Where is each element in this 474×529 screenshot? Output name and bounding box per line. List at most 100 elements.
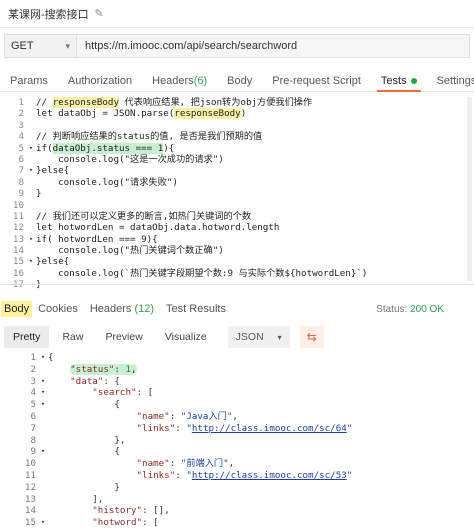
code-text: } xyxy=(36,188,42,200)
tab-settings[interactable]: Settings xyxy=(427,70,474,91)
line-number: 7 xyxy=(18,165,24,177)
highlight-token: responseBody xyxy=(174,108,241,120)
tab-label: Tests xyxy=(380,74,407,87)
json-text: "links": "http://class.imooc.com/sc/64" xyxy=(48,422,353,435)
json-token: " xyxy=(346,422,353,434)
tab-label: Pre-request Script xyxy=(272,74,361,87)
code-text: if(dataObj.status === 1){ xyxy=(36,142,175,154)
view-mode-raw[interactable]: Raw xyxy=(53,326,92,348)
fold-arrow-icon[interactable]: ▾ xyxy=(38,446,48,458)
json-line: 11 "links": "http://class.imooc.com/sc/5… xyxy=(0,470,474,482)
line-number: 4 xyxy=(30,387,36,399)
json-token: "data" xyxy=(70,375,104,387)
tab-pre-request-script[interactable]: Pre-request Script xyxy=(262,70,371,91)
editor-scrollbar[interactable] xyxy=(467,97,472,281)
script-line: 4 // 判断响应结果的status的值, 是否是我们预期的值 xyxy=(0,131,474,142)
line-number: 3 xyxy=(30,375,36,387)
json-text: "status": 1, xyxy=(48,363,137,376)
fold-arrow-icon[interactable]: ▾ xyxy=(26,143,36,154)
json-line: 10 "name": "前端入门", xyxy=(0,458,474,470)
tab-params[interactable]: Params xyxy=(0,70,58,91)
wrap-lines-icon[interactable]: ⇆ xyxy=(299,326,324,348)
line-number: 15 xyxy=(24,517,36,529)
json-token: } xyxy=(114,481,120,493)
response-tab-headers[interactable]: Headers (12) xyxy=(84,303,160,315)
script-line: 12 let hotwordLen = dataObj.data.hotword.… xyxy=(0,222,474,233)
tab-tests[interactable]: Tests xyxy=(371,70,427,92)
fold-arrow-icon[interactable]: ▾ xyxy=(38,517,48,529)
json-token: , xyxy=(232,410,238,422)
fold-arrow-icon[interactable]: ▾ xyxy=(26,234,36,245)
json-line: 7 "links": "http://class.imooc.com/sc/64… xyxy=(0,423,474,435)
request-title[interactable]: 某课网-搜索接口 xyxy=(8,6,89,22)
script-line: 5 ▾ if(dataObj.status === 1){ xyxy=(0,142,474,154)
method-select[interactable]: GET ▾ xyxy=(4,34,76,58)
response-tab-cookies[interactable]: Cookies xyxy=(32,303,84,315)
view-mode-pretty[interactable]: Pretty xyxy=(4,326,50,348)
edit-pencil-icon[interactable]: ✎ xyxy=(95,7,104,20)
line-number: 2 xyxy=(30,363,36,375)
json-token: { xyxy=(114,446,120,458)
json-text: "search": [ xyxy=(48,387,153,399)
json-text: { xyxy=(48,446,120,458)
url-input[interactable]: https://m.imooc.com/api/search/searchwor… xyxy=(76,34,470,58)
view-mode-preview[interactable]: Preview xyxy=(96,326,151,348)
tab-authorization[interactable]: Authorization xyxy=(58,70,142,91)
fold-arrow-icon[interactable]: ▾ xyxy=(26,165,36,176)
test-script-editor[interactable]: 1 // responseBody 代表响应结果, 把json转为obj方便我们操… xyxy=(0,97,474,290)
tab-label: Body xyxy=(4,303,30,315)
json-line: 2 "status": 1, xyxy=(0,363,474,376)
script-line: 11 // 我们还可以定义更多的断言,如热门关键词的个数 xyxy=(0,211,474,222)
json-line: 9 ▾ { xyxy=(0,446,474,458)
line-number: 16 xyxy=(12,267,24,279)
code-text: let hotwordLen = dataObj.data.hotword.le… xyxy=(36,222,280,234)
pane-divider[interactable] xyxy=(0,284,474,285)
tab-label: Params xyxy=(10,74,48,87)
fold-gutter xyxy=(38,482,48,494)
line-number: 12 xyxy=(24,481,36,493)
tab-label: Headers xyxy=(152,74,194,87)
json-line: 3 ▾ "data": { xyxy=(0,376,474,388)
fold-arrow-icon[interactable]: ▾ xyxy=(38,387,48,399)
highlight-token: dataObj.status === 1 xyxy=(52,142,164,154)
json-link[interactable]: http://class.imooc.com/sc/53 xyxy=(192,470,347,481)
line-number: 10 xyxy=(24,458,36,470)
json-line: 13 ], xyxy=(0,494,474,506)
fold-gutter xyxy=(38,411,48,423)
fold-gutter xyxy=(26,131,36,142)
fold-gutter xyxy=(38,435,48,447)
fold-gutter xyxy=(38,364,48,376)
status-dot-icon xyxy=(410,77,417,84)
format-select[interactable]: JSON ▾ xyxy=(227,326,290,348)
code-text: console.log(`热门关键字段期望个数:9 与实际个数${hotword… xyxy=(36,267,368,279)
fold-arrow-icon[interactable]: ▾ xyxy=(38,376,48,388)
json-token: : xyxy=(169,410,181,422)
json-text: } xyxy=(48,482,120,494)
fold-gutter xyxy=(26,120,36,131)
json-token: }, xyxy=(114,434,126,446)
tab-headers[interactable]: Headers (6) xyxy=(142,70,217,91)
json-line: 5 ▾ { xyxy=(0,399,474,411)
tab-label: Body xyxy=(227,74,253,87)
line-number: 6 xyxy=(18,153,24,165)
line-number: 10 xyxy=(12,199,24,211)
json-link[interactable]: http://class.imooc.com/sc/64 xyxy=(192,423,347,434)
json-token: ], xyxy=(92,493,104,505)
fold-arrow-icon[interactable]: ▾ xyxy=(38,352,48,364)
fold-arrow-icon[interactable]: ▾ xyxy=(38,399,48,411)
json-token: "前端入门" xyxy=(180,458,229,470)
tab-body[interactable]: Body xyxy=(217,70,262,91)
json-token: : xyxy=(175,469,187,481)
line-number: 14 xyxy=(12,245,24,257)
line-number: 8 xyxy=(18,176,24,188)
view-mode-visualize[interactable]: Visualize xyxy=(156,326,216,348)
code-text: console.log("热门关键词个数正确") xyxy=(36,245,224,257)
script-line: 16 console.log(`热门关键字段期望个数:9 与实际个数${hotw… xyxy=(0,268,474,279)
json-text: "history": [], xyxy=(48,505,169,517)
json-text: { xyxy=(48,352,54,364)
script-line: 14 console.log("热门关键词个数正确") xyxy=(0,245,474,256)
response-tab-test-results[interactable]: Test Results xyxy=(160,303,232,315)
fold-arrow-icon[interactable]: ▾ xyxy=(26,256,36,267)
line-number: 1 xyxy=(18,97,24,108)
response-tab-body[interactable]: Body xyxy=(1,301,33,317)
